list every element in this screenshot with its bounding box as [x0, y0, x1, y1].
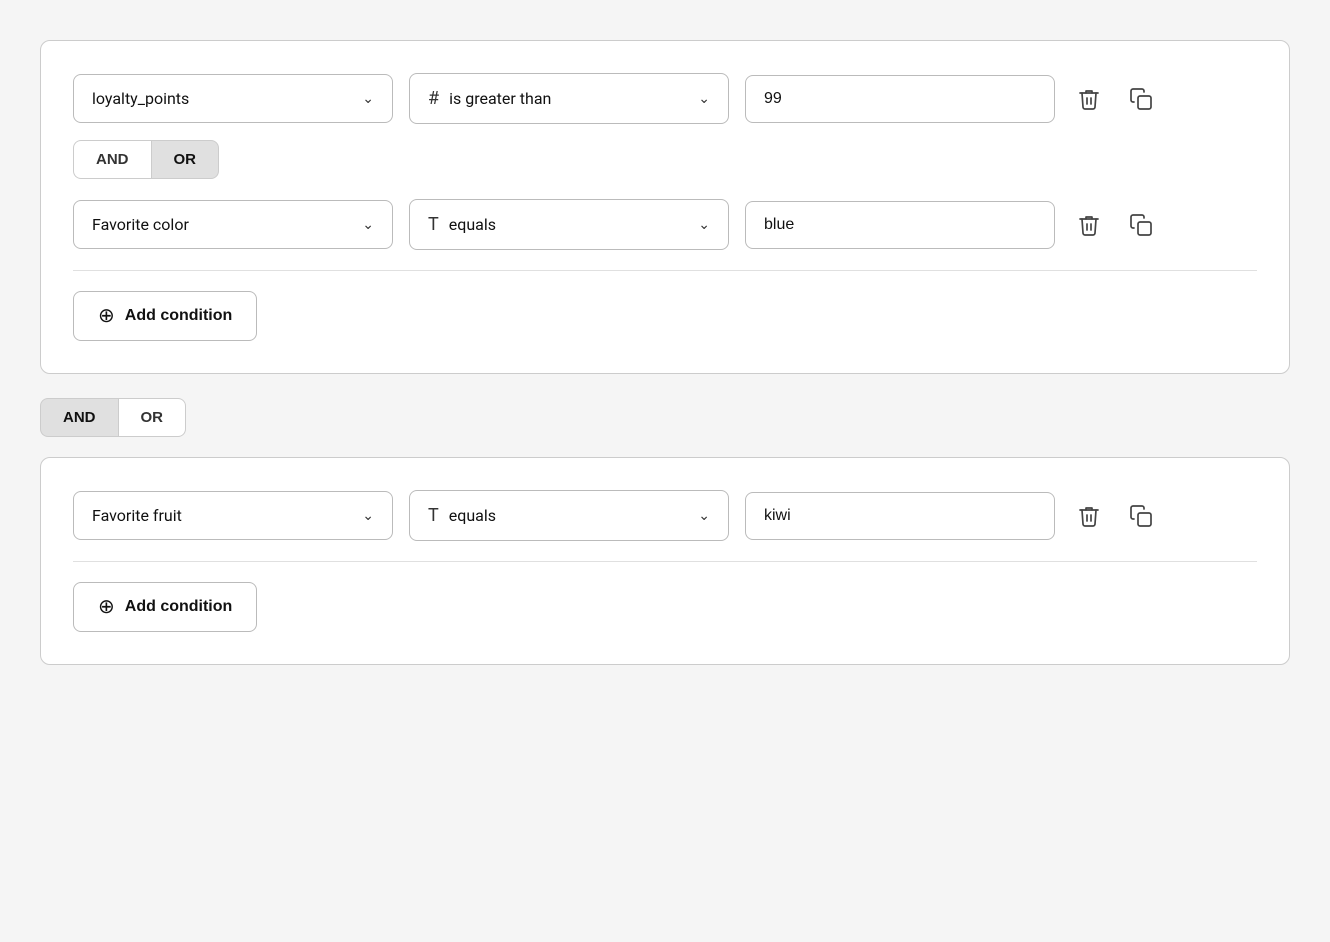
condition-row-3: Favorite fruit ⌄ T equals ⌄ — [73, 490, 1257, 541]
operator-label-1: is greater than — [449, 89, 551, 108]
field-label-2: Favorite color — [92, 215, 189, 234]
divider-1 — [73, 270, 1257, 271]
plus-circle-icon-2: ⊕ — [98, 597, 115, 617]
condition-row-1: loyalty_points ⌄ # is greater than ⌄ — [73, 73, 1257, 124]
or-btn-1[interactable]: OR — [151, 140, 220, 179]
trash-icon-2 — [1077, 213, 1101, 237]
field-dropdown-3[interactable]: Favorite fruit ⌄ — [73, 491, 393, 540]
value-input-2[interactable] — [745, 201, 1055, 249]
operator-label-3: equals — [449, 506, 496, 525]
add-condition-button-1[interactable]: ⊕ Add condition — [73, 291, 257, 341]
chevron-icon-4: ⌄ — [698, 217, 710, 233]
field-dropdown-2[interactable]: Favorite color ⌄ — [73, 200, 393, 249]
trash-icon-3 — [1077, 504, 1101, 528]
copy-icon-2 — [1129, 213, 1153, 237]
add-condition-label-1: Add condition — [125, 307, 233, 325]
copy-icon-1 — [1129, 87, 1153, 111]
delete-button-1[interactable] — [1071, 81, 1107, 117]
delete-button-2[interactable] — [1071, 207, 1107, 243]
type-icon-2: T — [428, 214, 439, 235]
copy-button-2[interactable] — [1123, 207, 1159, 243]
field-label-1: loyalty_points — [92, 89, 189, 108]
condition-row-2: Favorite color ⌄ T equals ⌄ — [73, 199, 1257, 250]
value-input-3[interactable] — [745, 492, 1055, 540]
operator-dropdown-1[interactable]: # is greater than ⌄ — [409, 73, 729, 124]
between-and-btn[interactable]: AND — [40, 398, 118, 437]
group-1: loyalty_points ⌄ # is greater than ⌄ — [40, 40, 1290, 374]
value-input-1[interactable] — [745, 75, 1055, 123]
logic-toggle-1: AND OR — [73, 140, 1257, 179]
copy-button-1[interactable] — [1123, 81, 1159, 117]
between-or-btn[interactable]: OR — [118, 398, 187, 437]
between-toggle: AND OR — [40, 398, 1290, 437]
copy-icon-3 — [1129, 504, 1153, 528]
divider-2 — [73, 561, 1257, 562]
chevron-icon-6: ⌄ — [698, 508, 710, 524]
operator-dropdown-2[interactable]: T equals ⌄ — [409, 199, 729, 250]
type-icon-1: # — [428, 88, 439, 109]
main-container: loyalty_points ⌄ # is greater than ⌄ — [40, 40, 1290, 665]
type-icon-3: T — [428, 505, 439, 526]
add-condition-label-2: Add condition — [125, 598, 233, 616]
copy-button-3[interactable] — [1123, 498, 1159, 534]
add-condition-button-2[interactable]: ⊕ Add condition — [73, 582, 257, 632]
trash-icon-1 — [1077, 87, 1101, 111]
chevron-icon-3: ⌄ — [362, 217, 374, 233]
and-btn-1[interactable]: AND — [73, 140, 151, 179]
chevron-icon-5: ⌄ — [362, 508, 374, 524]
field-label-3: Favorite fruit — [92, 506, 182, 525]
operator-label-2: equals — [449, 215, 496, 234]
chevron-icon-1: ⌄ — [362, 91, 374, 107]
operator-dropdown-3[interactable]: T equals ⌄ — [409, 490, 729, 541]
field-dropdown-1[interactable]: loyalty_points ⌄ — [73, 74, 393, 123]
chevron-icon-2: ⌄ — [698, 91, 710, 107]
delete-button-3[interactable] — [1071, 498, 1107, 534]
group-2: Favorite fruit ⌄ T equals ⌄ — [40, 457, 1290, 665]
plus-circle-icon-1: ⊕ — [98, 306, 115, 326]
